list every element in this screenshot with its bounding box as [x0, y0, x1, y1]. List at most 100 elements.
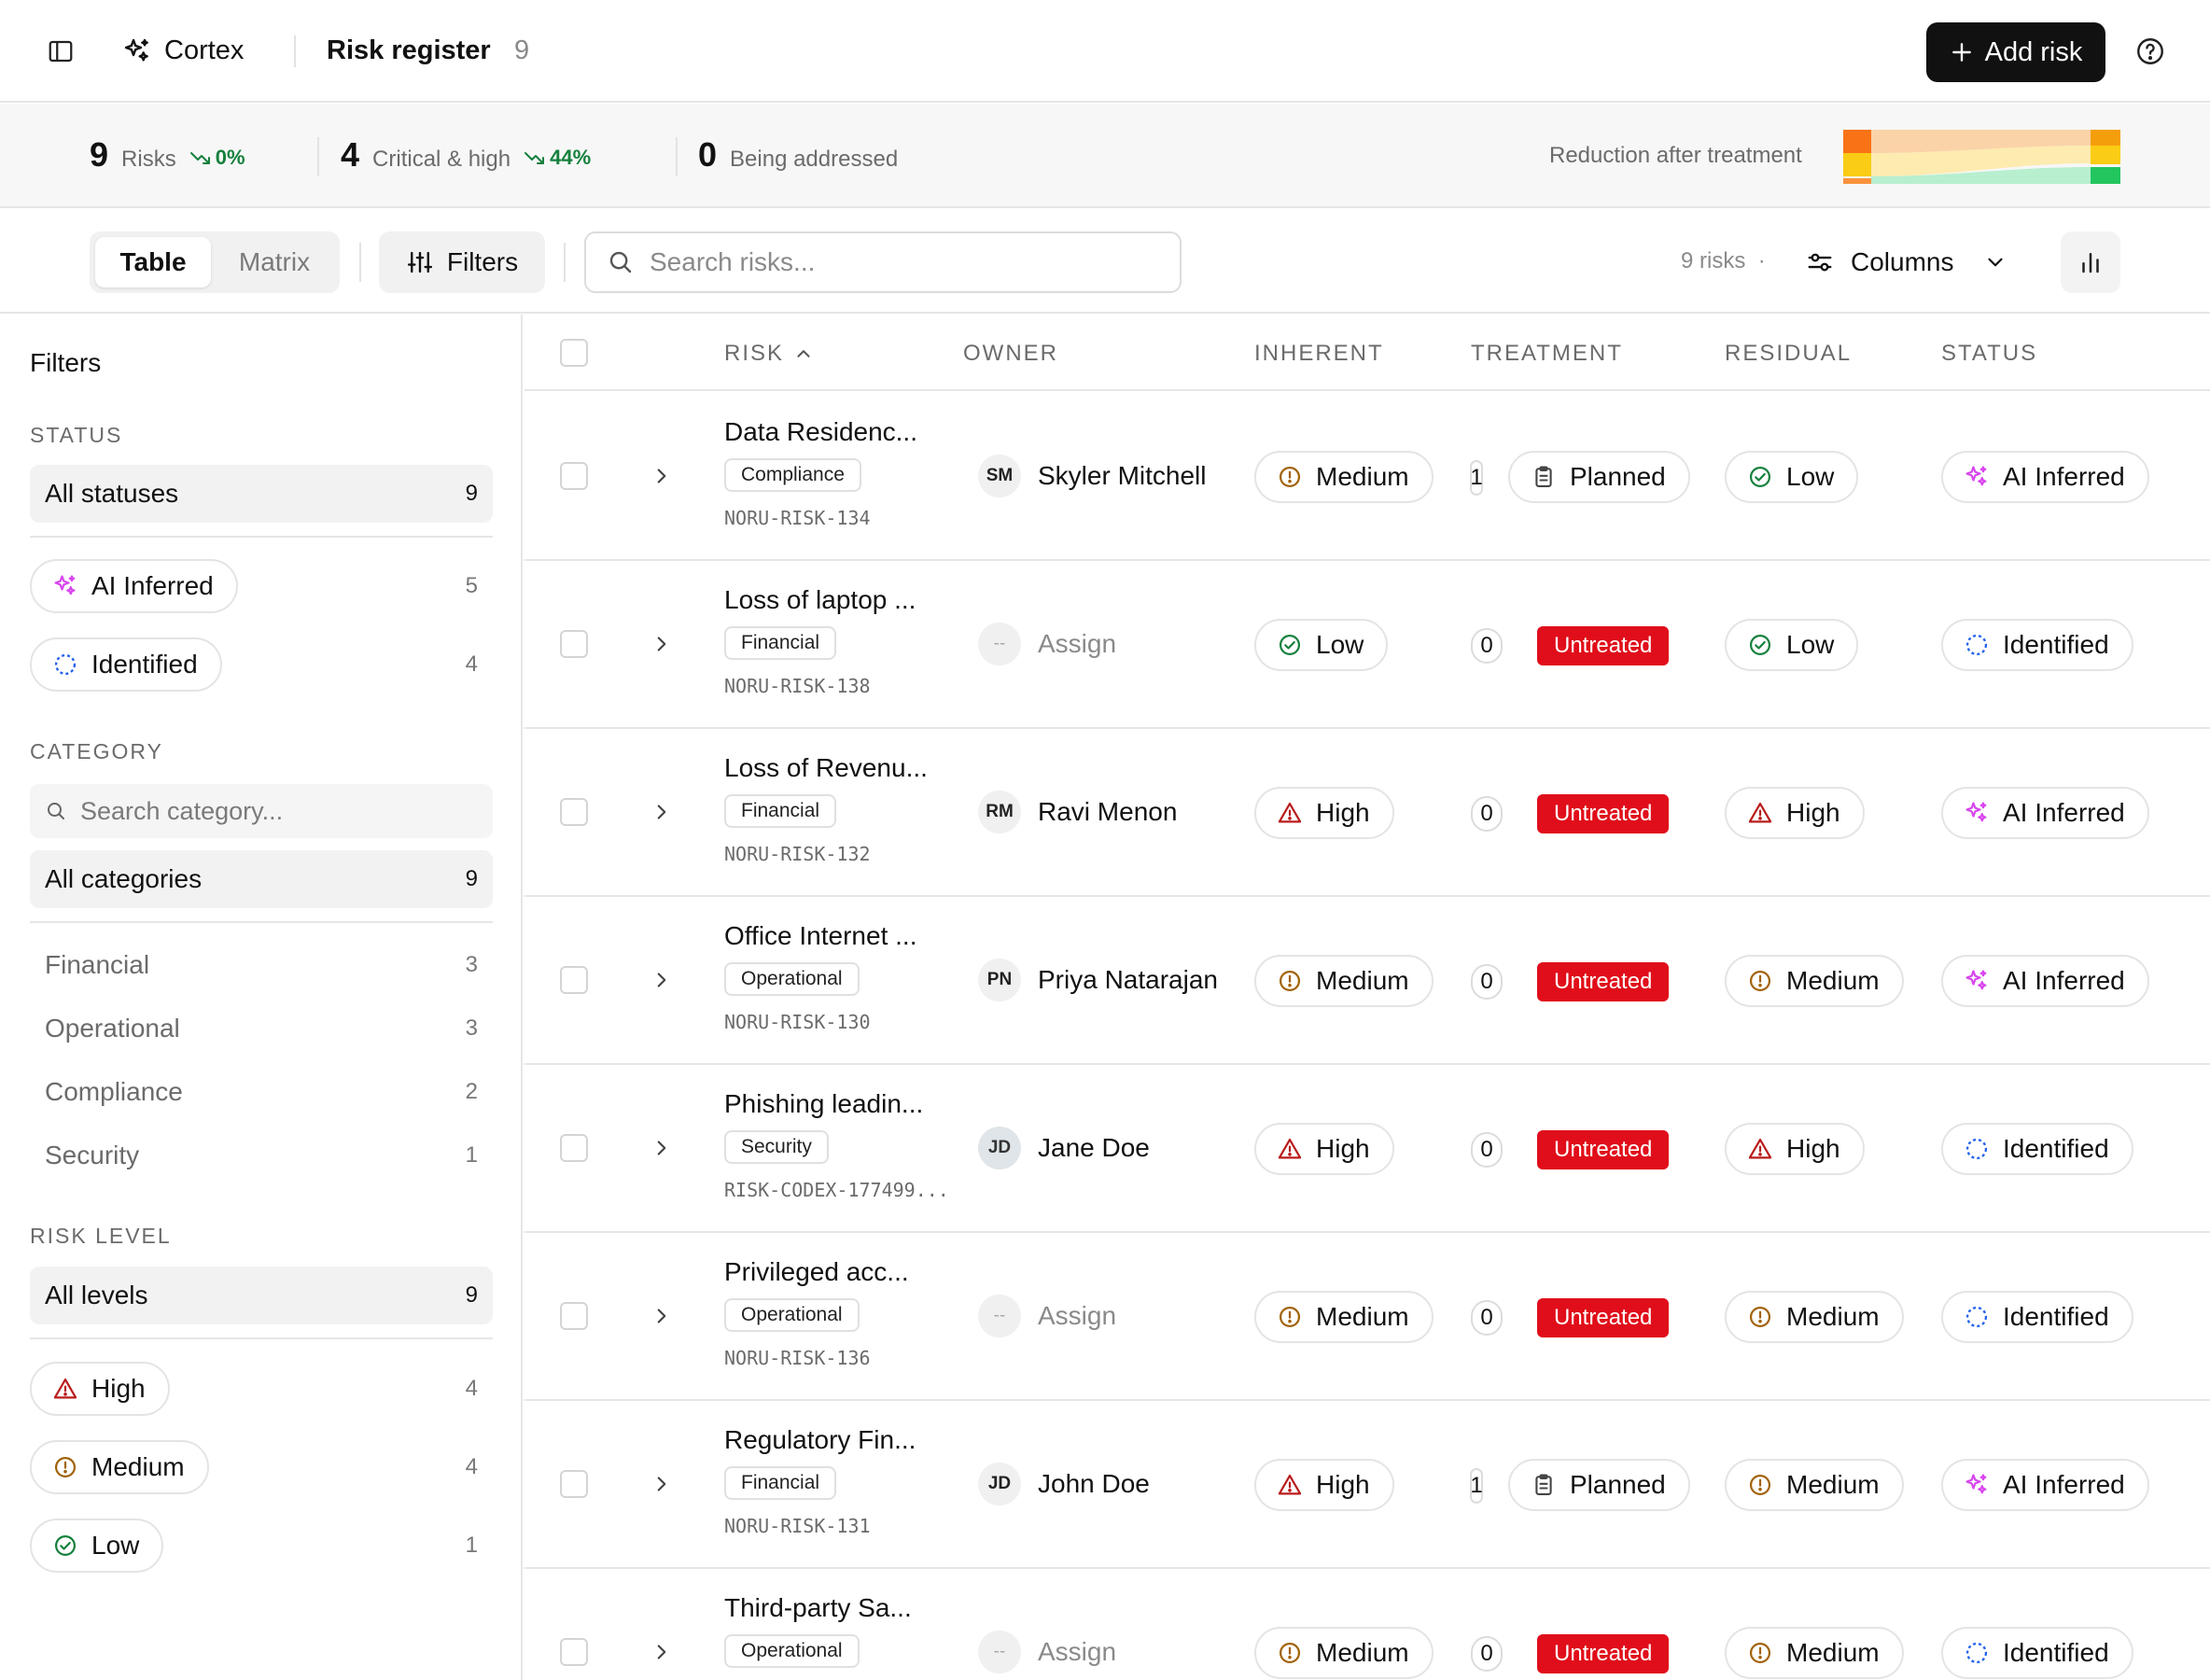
category-search-input[interactable]	[80, 796, 472, 826]
status-pill[interactable]: Identified	[1941, 1123, 2133, 1175]
filter-all-categories[interactable]: All categories 9	[30, 850, 493, 908]
table-row[interactable]: Data Residenc... Compliance NORU-RISK-134 S…	[525, 393, 2210, 561]
reduction-flow-chart[interactable]	[1843, 130, 2123, 184]
chevron-right-icon[interactable]	[650, 1640, 674, 1664]
treatment-untreated-badge[interactable]: Untreated	[1537, 794, 1670, 833]
inherent-level-pill[interactable]: Medium	[1254, 451, 1434, 503]
row-checkbox[interactable]	[560, 798, 588, 826]
chevron-right-icon[interactable]	[650, 800, 674, 824]
tab-matrix[interactable]: Matrix	[217, 237, 332, 287]
inherent-level-pill[interactable]: Medium	[1254, 1627, 1434, 1679]
residual-level-pill[interactable]: High	[1725, 787, 1865, 839]
row-checkbox[interactable]	[560, 1470, 588, 1498]
row-checkbox[interactable]	[560, 1638, 588, 1666]
residual-level-pill[interactable]: Medium	[1725, 1291, 1904, 1343]
help-icon[interactable]	[2134, 35, 2166, 67]
chevron-right-icon[interactable]	[650, 464, 674, 488]
status-pill[interactable]: Identified	[1941, 1627, 2133, 1679]
status-pill[interactable]: Identified	[30, 637, 222, 692]
owner[interactable]: JD John Doe	[978, 1460, 1150, 1508]
search-input[interactable]	[650, 247, 1135, 277]
assign-owner-button[interactable]: -- Assign	[978, 620, 1116, 668]
risk-title[interactable]: Regulatory Fin...	[724, 1425, 916, 1455]
inherent-level-pill[interactable]: High	[1254, 1123, 1394, 1175]
chevron-right-icon[interactable]	[650, 968, 674, 992]
filters-button[interactable]: Filters	[379, 231, 545, 293]
chevron-right-icon[interactable]	[650, 1472, 674, 1496]
risk-title[interactable]: Data Residenc...	[724, 417, 917, 447]
chart-toggle-button[interactable]	[2061, 231, 2120, 293]
column-header-inherent[interactable]: INHERENT	[1254, 341, 1384, 367]
treatment-untreated-badge[interactable]: Untreated	[1537, 962, 1670, 1001]
treatment-untreated-badge[interactable]: Untreated	[1537, 1298, 1670, 1337]
row-checkbox[interactable]	[560, 462, 588, 490]
chevron-right-icon[interactable]	[650, 632, 674, 656]
select-all-checkbox[interactable]	[560, 339, 588, 367]
risk-title[interactable]: Loss of laptop ...	[724, 585, 916, 615]
chevron-right-icon[interactable]	[650, 1136, 674, 1160]
inherent-level-pill[interactable]: Medium	[1254, 1291, 1434, 1343]
filter-status-identified[interactable]: Identified 4	[30, 637, 493, 693]
treatment-pill[interactable]: Planned	[1508, 1459, 1690, 1511]
filter-status-ai-inferred[interactable]: AI Inferred 5	[30, 558, 493, 614]
tab-table[interactable]: Table	[95, 237, 211, 287]
filter-all-levels[interactable]: All levels 9	[30, 1267, 493, 1324]
residual-level-pill[interactable]: Medium	[1725, 1627, 1904, 1679]
treatment-pill[interactable]: Planned	[1508, 451, 1690, 503]
owner[interactable]: RM Ravi Menon	[978, 788, 1177, 836]
row-checkbox[interactable]	[560, 966, 588, 994]
residual-level-pill[interactable]: Medium	[1725, 1459, 1904, 1511]
column-header-residual[interactable]: RESIDUAL	[1725, 341, 1852, 367]
residual-level-pill[interactable]: Medium	[1725, 955, 1904, 1007]
inherent-level-pill[interactable]: High	[1254, 787, 1394, 839]
table-row[interactable]: Privileged acc... Operational NORU-RISK-13…	[525, 1233, 2210, 1401]
column-header-status[interactable]: STATUS	[1941, 341, 2037, 367]
risk-title[interactable]: Loss of Revenu...	[724, 753, 928, 783]
row-checkbox[interactable]	[560, 630, 588, 658]
risk-title[interactable]: Phishing leadin...	[724, 1089, 923, 1119]
inherent-level-pill[interactable]: Low	[1254, 619, 1389, 671]
status-pill[interactable]: AI Inferred	[1941, 955, 2149, 1007]
table-row[interactable]: Regulatory Fin... Financial NORU-RISK-131 J…	[525, 1401, 2210, 1569]
filter-category-operational[interactable]: Operational 3	[30, 1003, 493, 1054]
residual-level-pill[interactable]: High	[1725, 1123, 1865, 1175]
filter-category-financial[interactable]: Financial 3	[30, 940, 493, 990]
treatment-untreated-badge[interactable]: Untreated	[1537, 1634, 1670, 1673]
status-pill[interactable]: AI Inferred	[1941, 451, 2149, 503]
level-pill[interactable]: Medium	[30, 1440, 209, 1494]
risk-title[interactable]: Third-party Sa...	[724, 1593, 912, 1623]
status-pill[interactable]: Identified	[1941, 1291, 2133, 1343]
filter-category-security[interactable]: Security 1	[30, 1130, 493, 1181]
column-header-owner[interactable]: OWNER	[963, 341, 1058, 367]
level-pill[interactable]: Low	[30, 1519, 164, 1573]
table-row[interactable]: Loss of laptop ... Financial NORU-RISK-138…	[525, 561, 2210, 729]
level-pill[interactable]: High	[30, 1362, 170, 1416]
column-header-treatment[interactable]: TREATMENT	[1471, 341, 1623, 367]
table-row[interactable]: Phishing leadin... Security RISK-CODEX-177…	[525, 1065, 2210, 1233]
table-row[interactable]: Third-party Sa... Operational -- Assign Medi…	[525, 1569, 2210, 1680]
filter-level-low[interactable]: Low 1	[30, 1518, 493, 1574]
filter-level-high[interactable]: High 4	[30, 1361, 493, 1417]
assign-owner-button[interactable]: -- Assign	[978, 1292, 1116, 1340]
filter-category-compliance[interactable]: Compliance 2	[30, 1067, 493, 1117]
filter-all-statuses[interactable]: All statuses 9	[30, 465, 493, 523]
app-name[interactable]: Cortex	[164, 35, 244, 66]
status-pill[interactable]: AI Inferred	[30, 559, 238, 613]
table-row[interactable]: Office Internet ... Operational NORU-RISK-…	[525, 897, 2210, 1065]
risk-title[interactable]: Privileged acc...	[724, 1257, 909, 1287]
treatment-untreated-badge[interactable]: Untreated	[1537, 1130, 1670, 1169]
assign-owner-button[interactable]: -- Assign	[978, 1628, 1116, 1676]
residual-level-pill[interactable]: Low	[1725, 619, 1859, 671]
columns-button[interactable]: Columns	[1806, 231, 2039, 293]
add-risk-button[interactable]: Add risk	[1926, 22, 2105, 82]
status-pill[interactable]: AI Inferred	[1941, 787, 2149, 839]
status-pill[interactable]: AI Inferred	[1941, 1459, 2149, 1511]
inherent-level-pill[interactable]: Medium	[1254, 955, 1434, 1007]
owner[interactable]: JD Jane Doe	[978, 1124, 1150, 1172]
sidebar-toggle-icon[interactable]	[43, 34, 78, 69]
status-pill[interactable]: Identified	[1941, 619, 2133, 671]
chevron-right-icon[interactable]	[650, 1304, 674, 1328]
owner[interactable]: PN Priya Natarajan	[978, 956, 1218, 1004]
inherent-level-pill[interactable]: High	[1254, 1459, 1394, 1511]
owner[interactable]: SM Skyler Mitchell	[978, 452, 1206, 500]
